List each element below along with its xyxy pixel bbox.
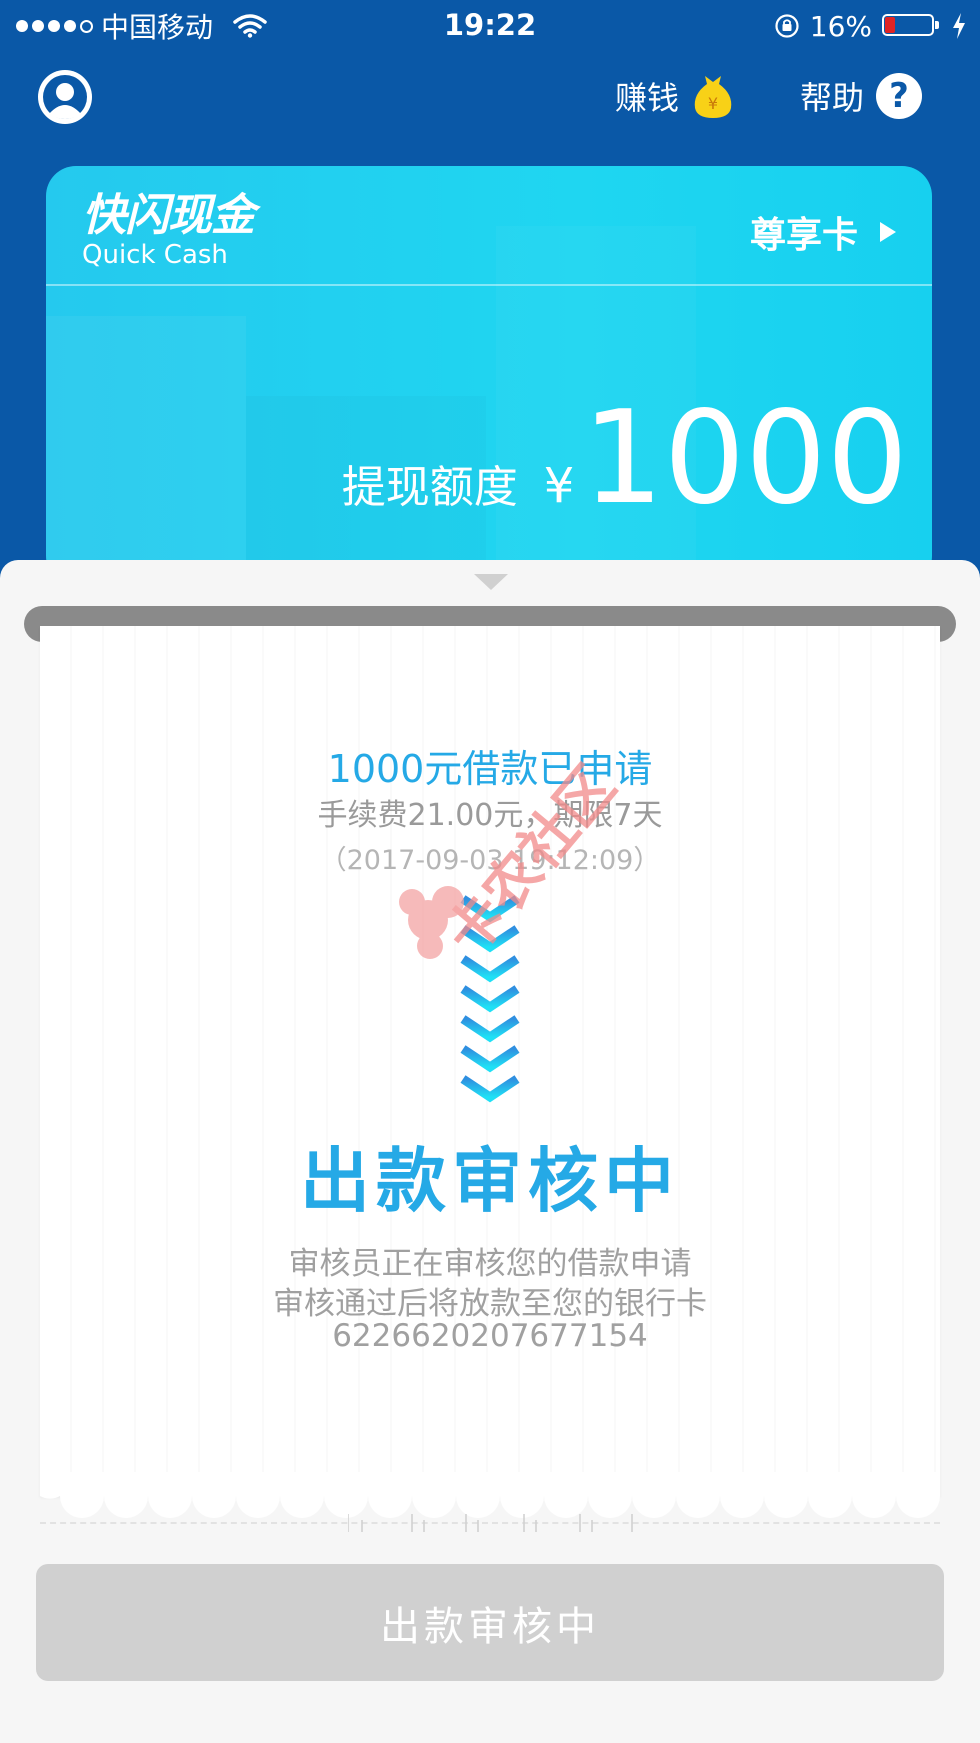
avatar[interactable] (38, 70, 92, 124)
brand-logo: 快闪现金 Quick Cash (82, 190, 255, 271)
earn-button[interactable]: 赚钱 ¥ (615, 66, 735, 126)
help-label: 帮助 (800, 79, 865, 117)
battery-percent: 16% (809, 9, 872, 43)
review-desc-line1: 审核员正在审核您的借款申请 (288, 1246, 692, 1282)
rotation-lock-icon (775, 14, 799, 38)
review-status-title: 出款审核中 (300, 1140, 680, 1222)
brand-logo-cn: 快闪现金 (82, 190, 255, 241)
premium-card-link[interactable]: 尊享卡 (750, 206, 896, 258)
watermark-logo: 卡农社区 (399, 760, 620, 968)
review-status-button[interactable]: 出款审核中 (36, 1564, 944, 1681)
down-arrow-icon (474, 574, 508, 590)
status-bar: 中国移动 19:22 16% (0, 0, 980, 50)
svg-text:卡农社区: 卡农社区 (434, 760, 620, 968)
tear-ticks (348, 1514, 633, 1532)
card-divider (46, 284, 932, 286)
currency-symbol: ¥ (543, 458, 575, 514)
status-right: 16% (774, 8, 966, 44)
earn-label: 赚钱 (615, 79, 680, 117)
bank-card-number: 6226620207677154 (332, 1318, 648, 1354)
credit-limit: 提现额度 ¥ 1000 (342, 394, 908, 524)
review-desc-line2: 审核通过后将放款至您的银行卡 (273, 1286, 707, 1322)
help-icon: ? (876, 73, 923, 119)
svg-text:¥: ¥ (708, 94, 718, 113)
brand-logo-en: Quick Cash (82, 240, 228, 270)
cash-card: 快闪现金 Quick Cash 尊享卡 提现额度 ¥ 1000 (46, 166, 932, 586)
money-bag-icon: ¥ (694, 76, 732, 118)
premium-card-label: 尊享卡 (749, 215, 858, 256)
credit-limit-label: 提现额度 (341, 462, 518, 513)
charging-bolt-icon (953, 13, 965, 39)
battery-icon (882, 12, 942, 40)
play-arrow-icon (880, 222, 896, 242)
help-button[interactable]: 帮助 ? (800, 66, 923, 126)
user-icon (40, 72, 90, 122)
credit-limit-amount: 1000 (582, 384, 908, 533)
